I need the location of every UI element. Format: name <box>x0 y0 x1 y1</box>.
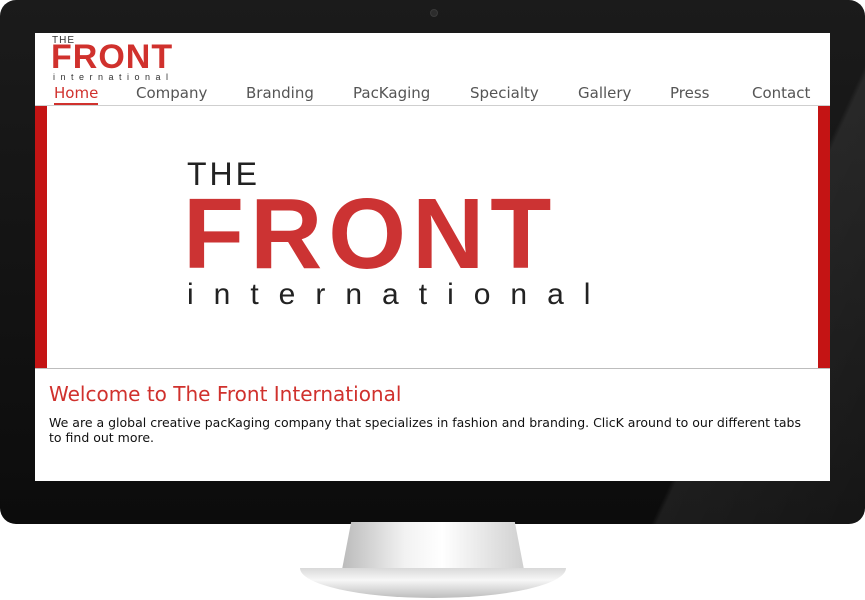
nav-item-packaging[interactable]: PacKaging <box>353 84 430 102</box>
main-nav: Home Company Branding PacKaging Specialt… <box>35 83 830 106</box>
logo-front: FRONT <box>51 38 174 76</box>
camera-icon <box>430 9 438 17</box>
site-logo[interactable]: THE FRONT international <box>51 35 221 83</box>
banner-logo: THE FRONT international <box>183 158 687 318</box>
monitor-stand-base <box>300 568 566 598</box>
logo-international: international <box>53 72 174 82</box>
nav-item-specialty[interactable]: Specialty <box>470 84 539 102</box>
banner-bar-right <box>818 106 830 368</box>
intro-paragraph: We are a global creative pacKaging compa… <box>49 415 801 445</box>
nav-item-home[interactable]: Home <box>54 84 99 105</box>
page-title: Welcome to The Front International <box>49 382 402 406</box>
nav-item-gallery[interactable]: Gallery <box>578 84 631 102</box>
banner-bar-left <box>35 106 47 368</box>
nav-item-company[interactable]: Company <box>136 84 207 102</box>
website-screen: THE FRONT international Home Company Bra… <box>35 33 830 481</box>
banner-logo-international: international <box>187 278 611 311</box>
nav-item-press[interactable]: Press <box>670 84 709 102</box>
nav-item-contact[interactable]: Contact <box>752 84 810 102</box>
nav-item-branding[interactable]: Branding <box>246 84 314 102</box>
hero-banner: THE FRONT international <box>35 106 830 369</box>
banner-logo-front: FRONT <box>183 178 558 290</box>
monitor-bezel: THE FRONT international Home Company Bra… <box>0 0 865 524</box>
